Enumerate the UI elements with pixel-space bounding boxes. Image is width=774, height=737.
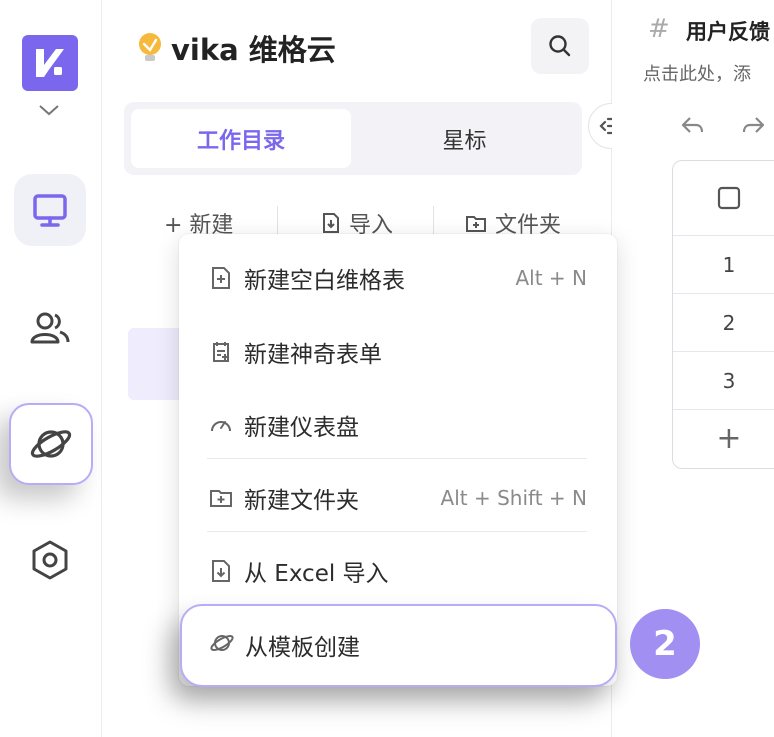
- menu-item-label: 从模板创建: [245, 635, 360, 661]
- row-number: 2: [722, 310, 736, 335]
- dashboard-icon: [211, 421, 231, 432]
- sheet-description[interactable]: 点击此处，添: [643, 60, 751, 86]
- table-row[interactable]: 1: [673, 235, 774, 293]
- table-row[interactable]: 3: [673, 351, 774, 409]
- menu-item-shortcut: Alt + N: [515, 266, 587, 290]
- sheet-title[interactable]: 用户反馈: [686, 16, 770, 46]
- brand-name: vika 维格云: [171, 33, 336, 67]
- tab-catalog[interactable]: 工作目录: [131, 109, 351, 168]
- import-icon: [212, 560, 230, 582]
- template-planet-icon: [210, 635, 234, 651]
- team-icon: [30, 312, 70, 344]
- step-badge-2: 2: [630, 609, 700, 679]
- tab-starred[interactable]: 星标: [354, 109, 575, 168]
- workbench-icon: [33, 194, 67, 227]
- catalog-tabs: 工作目录 星标: [124, 102, 582, 175]
- menu-divider: [207, 458, 587, 459]
- row-number: 3: [722, 368, 736, 393]
- checkbox-icon[interactable]: [717, 186, 741, 210]
- vika-logo-icon: [36, 49, 64, 77]
- lightbulb-icon: [139, 33, 161, 61]
- menu-item-label: 新建空白维格表: [244, 268, 405, 294]
- add-row-label: +: [716, 421, 742, 456]
- menu-item-new-sheet[interactable]: 新建空白维格表 Alt + N: [179, 248, 617, 308]
- rail-workbench-button[interactable]: [14, 174, 86, 246]
- add-row-button[interactable]: +: [673, 409, 774, 467]
- menu-item-new-folder[interactable]: 新建文件夹 Alt + Shift + N: [179, 468, 617, 528]
- menu-item-shortcut: Alt + Shift + N: [440, 486, 587, 510]
- new-sheet-icon: [212, 267, 230, 289]
- search-button[interactable]: [531, 18, 589, 74]
- row-number: 1: [722, 252, 736, 277]
- menu-item-label: 从 Excel 导入: [244, 561, 389, 587]
- table-row[interactable]: 2: [673, 293, 774, 351]
- rail-template-button[interactable]: [9, 403, 93, 485]
- new-form-icon: [213, 342, 229, 362]
- space-logo[interactable]: [22, 35, 78, 91]
- menu-item-new-form[interactable]: 新建神奇表单: [179, 322, 617, 382]
- redo-icon[interactable]: [740, 114, 766, 140]
- menu-item-new-dashboard[interactable]: 新建仪表盘: [179, 395, 617, 455]
- import-icon: [323, 213, 339, 233]
- menu-item-label: 新建仪表盘: [244, 415, 359, 441]
- brand: vika 维格云: [135, 28, 336, 68]
- select-all-cell[interactable]: [673, 161, 774, 235]
- record-grid: 1 2 3 +: [672, 160, 774, 469]
- template-planet-icon: [30, 430, 72, 458]
- undo-icon[interactable]: [680, 114, 706, 140]
- sheet-hash-icon: #: [648, 14, 670, 44]
- menu-item-label: 新建文件夹: [244, 488, 359, 514]
- space-switch-chevron-icon[interactable]: [37, 100, 61, 120]
- rail-team-button[interactable]: [14, 292, 86, 364]
- menu-item-label: 新建神奇表单: [244, 342, 382, 368]
- menu-item-import-excel[interactable]: 从 Excel 导入: [179, 541, 617, 601]
- new-folder-icon: [466, 216, 486, 232]
- settings-hex-icon: [32, 540, 68, 580]
- menu-divider: [207, 531, 587, 532]
- new-folder-icon: [210, 490, 232, 507]
- menu-item-from-template[interactable]: 从模板创建: [180, 604, 617, 687]
- rail-settings-button[interactable]: [14, 524, 86, 596]
- search-icon: [549, 35, 571, 57]
